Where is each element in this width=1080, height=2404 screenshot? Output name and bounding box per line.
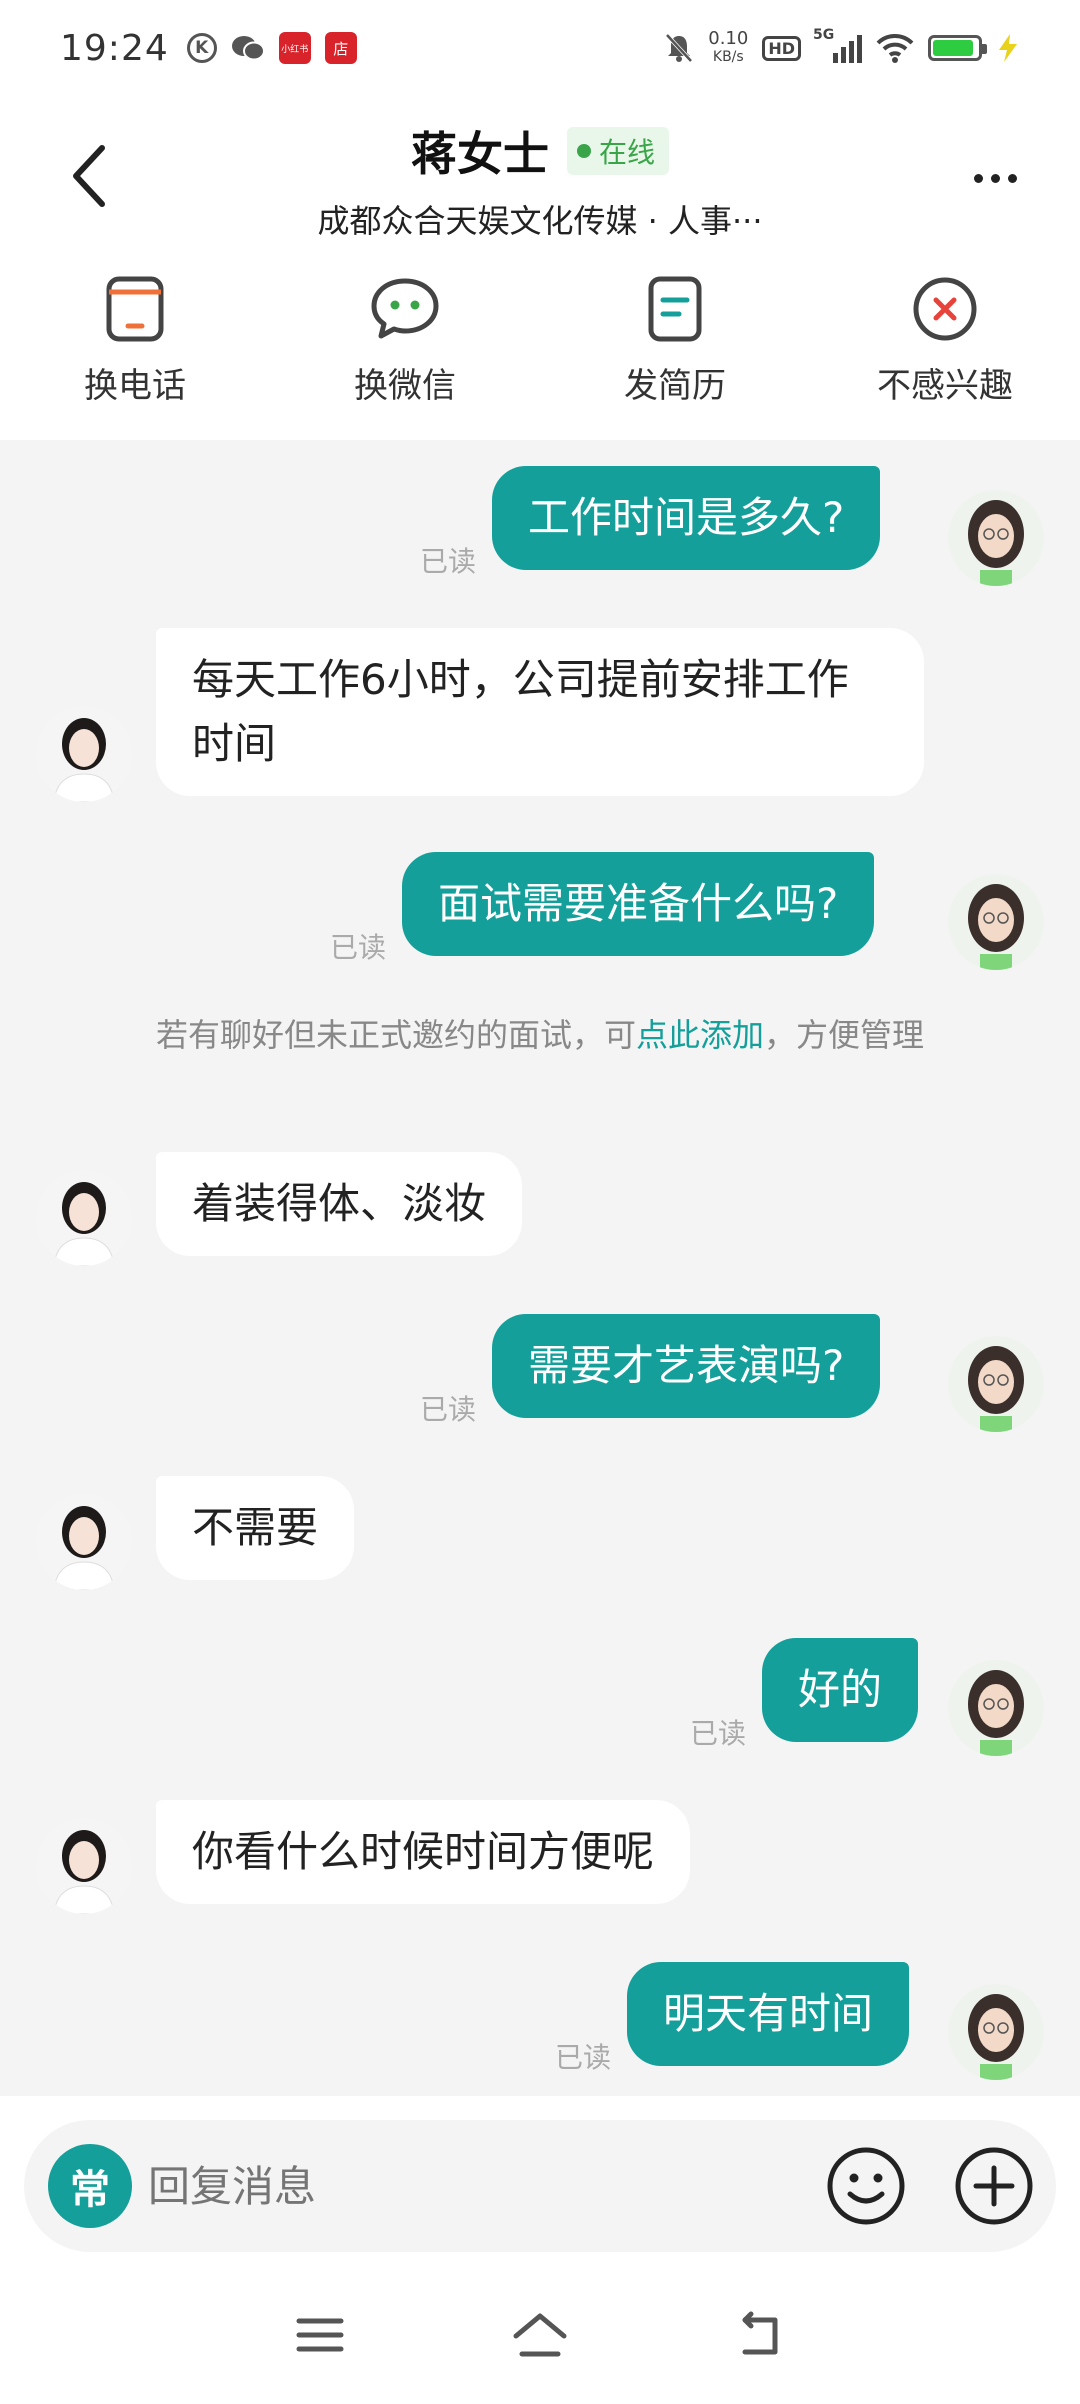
recent-apps-button[interactable] <box>290 2305 350 2365</box>
message-bubble-incoming[interactable]: 不需要 <box>156 1476 355 1580</box>
swap-phone-label: 换电话 <box>84 366 186 406</box>
chevron-left-icon <box>73 145 105 207</box>
message-input-bar: 常 <box>0 2096 1080 2266</box>
swap-wechat-button[interactable]: 换微信 <box>305 274 505 407</box>
not-interested-label: 不感兴趣 <box>877 366 1013 406</box>
message-bubble-incoming[interactable]: 你看什么时候时间方便呢 <box>156 1800 691 1904</box>
shop-notification-icon: 店 <box>324 32 357 64</box>
charging-icon <box>999 34 1017 62</box>
message-bubble-outgoing[interactable]: 需要才艺表演吗? <box>492 1314 881 1418</box>
contact-company: 成都众合天娱文化传媒 · 人事··· <box>317 202 763 240</box>
speed-value: 0.10 <box>708 28 749 49</box>
speed-unit: KB/s <box>712 49 744 65</box>
message-bubble-outgoing[interactable]: 好的 <box>762 1638 919 1742</box>
contact-name: 蒋女士 <box>410 127 549 181</box>
contact-avatar[interactable] <box>36 1818 132 1914</box>
network-speed: 0.10 KB/s <box>708 30 748 66</box>
status-right-icons: 0.10 KB/s HD 5G <box>664 27 1020 66</box>
status-time: 19:24 <box>60 27 169 69</box>
message-list[interactable]: 已读 工作时间是多久? 每天工作6小时，公司提前安排工作时间 已读 面试需要准备… <box>0 440 1080 2100</box>
message-bubble-outgoing[interactable]: 面试需要准备什么吗? <box>402 852 875 956</box>
chat-header: 蒋女士 在线 成都众合天娱文化传媒 · 人事··· <box>0 96 1080 246</box>
k-app-icon: K <box>186 33 217 63</box>
avatar-woman-icon <box>36 706 132 802</box>
online-status-badge: 在线 <box>566 127 669 175</box>
avatar-woman-icon <box>36 1170 132 1266</box>
home-button[interactable] <box>510 2305 570 2365</box>
signal-icon: 5G <box>813 27 862 63</box>
battery-icon <box>928 35 987 61</box>
not-interested-button[interactable]: 不感兴趣 <box>845 274 1045 407</box>
avatar-girl-icon <box>948 490 1044 586</box>
my-avatar[interactable] <box>948 874 1044 970</box>
more-dot-icon <box>973 173 983 183</box>
wechat-swap-icon <box>371 278 439 339</box>
my-avatar[interactable] <box>948 1984 1044 2080</box>
read-receipt: 已读 <box>420 1393 477 1426</box>
my-avatar[interactable] <box>948 1660 1044 1756</box>
contact-avatar[interactable] <box>36 1170 132 1266</box>
online-label: 在线 <box>598 136 655 169</box>
message-bubble-outgoing[interactable]: 明天有时间 <box>627 1962 910 2066</box>
common-phrases-button[interactable]: 常 <box>48 2144 132 2228</box>
avatar-woman-icon <box>36 1818 132 1914</box>
xiaohongshu-notification-icon: 小红书 <box>278 32 311 64</box>
phone-swap-icon <box>106 276 164 342</box>
more-input-button[interactable] <box>952 2144 1036 2228</box>
read-receipt: 已读 <box>330 931 387 964</box>
resume-icon <box>648 276 702 342</box>
home-icon <box>513 2313 567 2357</box>
contact-avatar[interactable] <box>36 706 132 802</box>
read-receipt: 已读 <box>690 1717 747 1750</box>
return-icon <box>742 2311 778 2355</box>
message-bubble-incoming[interactable]: 每天工作6小时，公司提前安排工作时间 <box>156 628 924 796</box>
swap-wechat-label: 换微信 <box>354 366 456 406</box>
menu-icon <box>296 2318 344 2352</box>
wifi-icon <box>876 33 914 63</box>
message-bubble-incoming[interactable]: 着装得体、淡妆 <box>156 1152 523 1256</box>
quick-actions: 换电话 换微信 发简历 不感兴趣 <box>0 246 1080 440</box>
contact-info[interactable]: 蒋女士 在线 成都众合天娱文化传媒 · 人事··· <box>200 118 880 242</box>
more-dot-icon <box>1007 173 1017 183</box>
avatar-girl-icon <box>948 1660 1044 1756</box>
interview-hint: 若有聊好但未正式邀约的面试，可点此添加，方便管理 <box>150 1014 930 1056</box>
emoji-icon <box>827 2147 905 2225</box>
my-avatar[interactable] <box>948 1336 1044 1432</box>
interview-hint-text-end: ，方便管理 <box>764 1016 925 1054</box>
more-dot-icon <box>990 173 1000 183</box>
more-options-button[interactable] <box>960 158 1030 198</box>
avatar-woman-icon <box>36 1494 132 1590</box>
message-bubble-outgoing[interactable]: 工作时间是多久? <box>492 466 881 570</box>
interview-hint-text: 若有聊好但未正式邀约的面试，可 <box>155 1016 636 1054</box>
avatar-girl-icon <box>948 1336 1044 1432</box>
network-type: 5G <box>813 27 835 43</box>
reply-input[interactable] <box>148 2150 828 2222</box>
swap-phone-button[interactable]: 换电话 <box>35 274 235 407</box>
read-receipt: 已读 <box>420 545 477 578</box>
battery-level <box>933 40 973 56</box>
avatar-girl-icon <box>948 1984 1044 2080</box>
send-resume-button[interactable]: 发简历 <box>575 274 775 407</box>
contact-avatar[interactable] <box>36 1494 132 1590</box>
mute-bell-icon <box>665 33 693 63</box>
back-button[interactable] <box>60 136 120 216</box>
input-pill: 常 <box>24 2120 1056 2252</box>
avatar-girl-icon <box>948 874 1044 970</box>
status-bar: 19:24 K 小红书 店 0.10 KB/s HD 5G <box>0 0 1080 96</box>
emoji-button[interactable] <box>824 2144 908 2228</box>
wechat-notification-icon <box>231 36 265 61</box>
back-nav-button[interactable] <box>730 2305 790 2365</box>
not-interested-icon <box>913 277 977 341</box>
read-receipt: 已读 <box>555 2041 612 2074</box>
status-left-icons: K 小红书 店 <box>186 32 357 64</box>
system-nav-bar <box>0 2266 1080 2404</box>
add-interview-link[interactable]: 点此添加 <box>636 1016 764 1054</box>
send-resume-label: 发简历 <box>624 366 726 406</box>
online-dot-icon <box>576 144 591 158</box>
plus-icon <box>955 2147 1033 2225</box>
hd-badge: HD <box>762 35 801 61</box>
my-avatar[interactable] <box>948 490 1044 586</box>
